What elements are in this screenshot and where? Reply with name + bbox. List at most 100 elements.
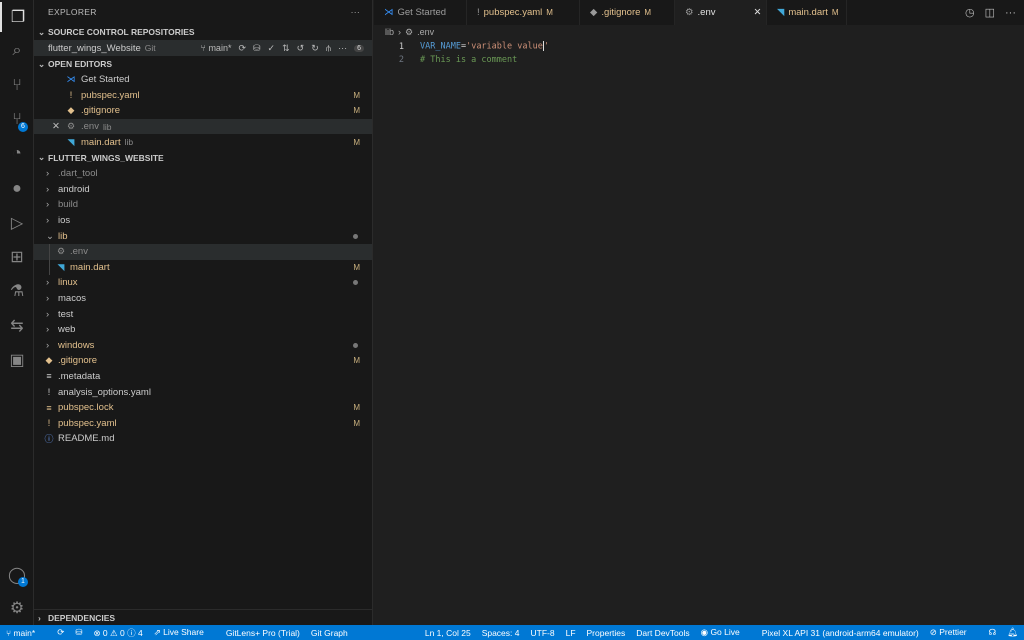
notifications-icon[interactable]: 🔔︎	[1007, 627, 1018, 638]
branch-status[interactable]: ⑂ main*	[6, 628, 46, 638]
git-status: M	[353, 90, 360, 100]
sync-icon[interactable]: ⟳	[57, 627, 64, 638]
eol-status[interactable]: LF	[566, 628, 576, 638]
tree-item[interactable]: › web	[34, 322, 372, 338]
open-editor-item[interactable]: ◆ .gitignore M	[34, 103, 372, 119]
tree-item[interactable]: › ios	[34, 213, 372, 229]
source-control-badge-icon[interactable]: ⑂ 6	[0, 105, 34, 135]
account-icon[interactable]: ◯ 1	[0, 560, 34, 590]
breadcrumb-file[interactable]: .env	[417, 27, 434, 38]
chevron-down-icon: ⌄	[38, 152, 46, 163]
chevron-right-icon: ›	[46, 199, 50, 211]
extensions-icon[interactable]: ⊞	[0, 242, 34, 272]
pull-request-icon[interactable]: ⇅	[282, 43, 290, 54]
file-name: ios	[58, 215, 71, 227]
go-live-button[interactable]: ◉ Go Live	[701, 627, 751, 638]
git-graph-button[interactable]: Git Graph	[311, 628, 348, 638]
close-icon[interactable]: ✕	[34, 121, 64, 132]
open-editor-item[interactable]: ! pubspec.yaml M	[34, 88, 372, 104]
indentation-status[interactable]: Spaces: 4	[482, 628, 520, 638]
scm-repos-header[interactable]: ⌄ SOURCE CONTROL REPOSITORIES	[34, 24, 372, 40]
tree-item[interactable]: › build	[34, 197, 372, 213]
tree-item[interactable]: ⌄ lib	[34, 228, 372, 244]
prettier-button[interactable]: ⊘ Prettier	[930, 627, 978, 638]
tree-item[interactable]: ≡ .metadata	[34, 369, 372, 385]
tree-item[interactable]: ⚙ .env	[34, 243, 372, 260]
testing-icon[interactable]: ⚗	[0, 276, 34, 306]
tab-label: Get Started	[397, 7, 447, 18]
live-share-button[interactable]: ⇗ Live Share	[154, 627, 215, 638]
file-name: android	[58, 183, 90, 195]
tree-item[interactable]: › macos	[34, 291, 372, 307]
project-header[interactable]: ⌄ FLUTTER_WINGS_WEBSITE	[34, 150, 372, 166]
code-editor[interactable]: 1 VAR_NAME='variable value' 2 # This is a …	[374, 40, 549, 66]
tree-item[interactable]: ⓘ README.md	[34, 431, 372, 447]
file-icon: ◥	[777, 7, 785, 18]
more-icon[interactable]: ···	[1005, 7, 1016, 19]
run-debug-icon[interactable]: ▷	[0, 208, 34, 238]
feedback-icon[interactable]: ☊	[989, 627, 997, 638]
more-icon[interactable]: ···	[338, 43, 347, 53]
refresh-icon[interactable]: ↻	[311, 43, 319, 54]
tab-label: main.dart	[788, 7, 828, 18]
tree-item[interactable]: ! analysis_options.yaml	[34, 384, 372, 400]
cursor-position[interactable]: Ln 1, Col 25	[425, 628, 471, 638]
branch-button[interactable]: ⑂ main*	[201, 43, 232, 53]
history-icon[interactable]: ↺	[297, 43, 305, 54]
device-status[interactable]: Pixel XL API 31 (android-arm64 emulator)	[762, 628, 919, 638]
tab-gitignore[interactable]: ◆ .gitignore M	[580, 0, 675, 25]
open-editor-item[interactable]: ✕ ⚙ .env lib	[34, 118, 372, 135]
tab-label: .gitignore	[601, 7, 641, 18]
tab-maindart[interactable]: ◥ main.dart M	[767, 0, 847, 25]
tree-item[interactable]: ◆ .gitignore M	[34, 353, 372, 369]
encoding-status[interactable]: UTF-8	[531, 628, 555, 638]
open-editor-item[interactable]: ◥ main.dart lib M	[34, 134, 372, 150]
tab-env[interactable]: ⚙ .env ✕	[675, 0, 767, 25]
tab-pubspecyaml[interactable]: ! pubspec.yaml M	[467, 0, 580, 25]
more-actions-button[interactable]: ···	[351, 7, 360, 17]
file-icon: ⋊	[384, 7, 394, 18]
files-icon[interactable]: ❐	[0, 2, 34, 32]
tree-item[interactable]: › android	[34, 182, 372, 198]
stash-icon[interactable]: ⛁	[75, 627, 82, 638]
tab-GetStarted[interactable]: ⋊ Get Started	[374, 0, 467, 25]
commit-icon[interactable]: ✓	[268, 43, 276, 54]
chevron-right-icon: ›	[398, 27, 402, 37]
changes-count: 6	[354, 44, 364, 52]
timeline-icon[interactable]: ◷	[965, 6, 975, 19]
close-icon[interactable]: ✕	[754, 7, 762, 18]
file-icon: !	[477, 7, 480, 18]
file-name: .env	[70, 246, 88, 258]
split-editor-icon[interactable]: ◫	[985, 6, 995, 19]
tree-item[interactable]: › linux	[34, 275, 372, 291]
open-editor-item[interactable]: ⋊ Get Started	[34, 72, 372, 88]
language-mode[interactable]: Properties	[587, 628, 626, 638]
tree-item[interactable]: ◥ main.dart M	[34, 259, 372, 276]
stash-icon[interactable]: ⛁	[253, 43, 261, 54]
sync-icon[interactable]: ⟳	[238, 43, 246, 54]
repo-row[interactable]: flutter_wings_Website Git ⑂ main* ⟳ ⛁ ✓ ⇅…	[34, 40, 372, 56]
search-icon[interactable]: ⌕	[0, 36, 34, 66]
github-icon[interactable]: ●	[0, 174, 34, 204]
file-name: analysis_options.yaml	[58, 386, 151, 398]
dependencies-header[interactable]: › DEPENDENCIES	[34, 609, 373, 625]
graph-icon[interactable]: ⫛	[326, 43, 331, 54]
breadcrumb-folder[interactable]: lib	[385, 27, 394, 38]
tree-item[interactable]: ! pubspec.yaml M	[34, 415, 372, 431]
settings-gear-icon[interactable]: ⚙	[0, 593, 34, 623]
file-icon: ⚙	[685, 7, 694, 18]
tree-item[interactable]: › windows	[34, 338, 372, 354]
remote-icon[interactable]: ⇆	[0, 311, 34, 341]
file-name: macos	[58, 293, 86, 305]
tree-item[interactable]: › test	[34, 306, 372, 322]
gitlens-icon[interactable]: ◔	[0, 139, 34, 169]
source-control-icon[interactable]: ⑂	[0, 71, 34, 101]
open-editors-header[interactable]: ⌄ OPEN EDITORS	[34, 56, 372, 72]
problems-status[interactable]: ⊗ 0 ⚠ 0 ⓘ 4	[93, 627, 142, 639]
tree-item[interactable]: › .dart_tool	[34, 166, 372, 182]
gitlens-status[interactable]: GitLens+ Pro (Trial)	[226, 628, 300, 638]
line-number: 1	[398, 41, 404, 52]
tree-item[interactable]: ≡ pubspec.lock M	[34, 400, 372, 416]
dart-devtools-button[interactable]: Dart DevTools	[636, 628, 689, 638]
device-icon[interactable]: ▣	[0, 345, 34, 375]
